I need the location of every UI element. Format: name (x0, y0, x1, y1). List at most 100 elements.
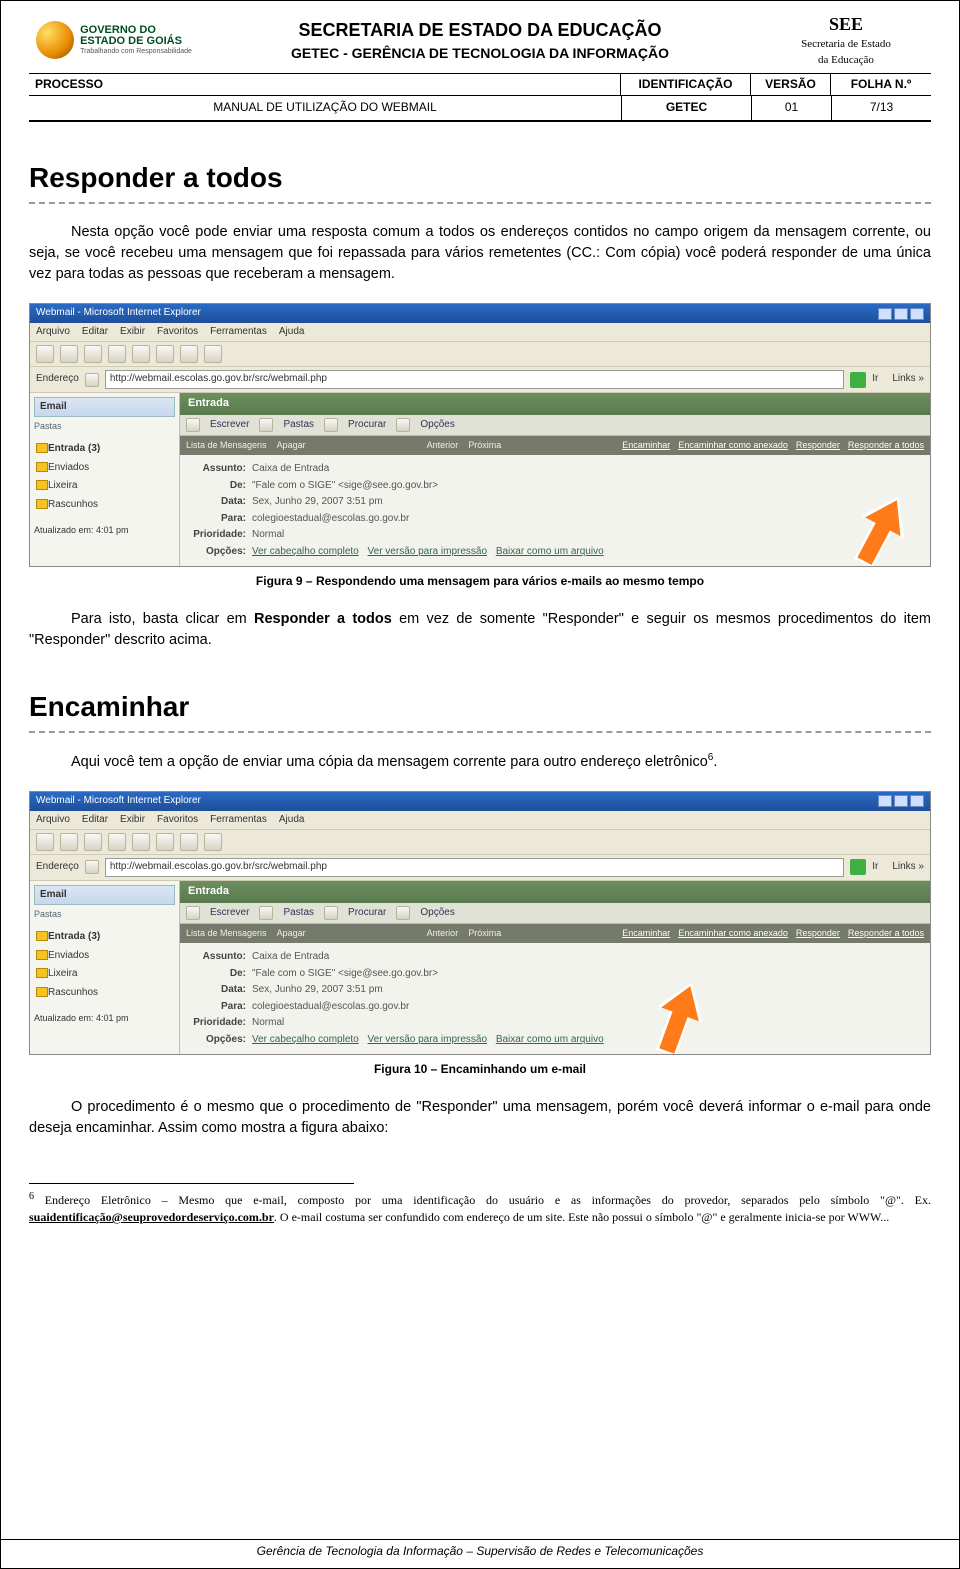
figure-10-caption: Figura 10 – Encaminhando um e-mail (29, 1061, 931, 1078)
stop-icon[interactable] (84, 345, 102, 363)
logo-goias: GOVERNO DO ESTADO DE GOIÁS Trabalhando c… (29, 21, 199, 59)
db-anterior[interactable]: Anterior (427, 439, 459, 452)
min-icon[interactable] (878, 308, 892, 320)
proc-header-row: PROCESSO IDENTIFICAÇÃO VERSÃO FOLHA N.º (29, 74, 931, 95)
opc-download[interactable]: Baixar como um arquivo (496, 1034, 604, 1045)
act-opcoes[interactable]: Opções (420, 418, 454, 433)
db-encaminhar[interactable]: Encaminhar (622, 439, 670, 452)
menu-exibir[interactable]: Exibir (120, 325, 145, 340)
folders-icon[interactable] (259, 418, 273, 432)
folder-entrada[interactable]: Entrada (3) (36, 928, 173, 947)
opc-impressao[interactable]: Ver versão para impressão (368, 1034, 488, 1045)
proc-value-row: MANUAL DE UTILIZAÇÃO DO WEBMAIL GETEC 01… (29, 95, 931, 121)
menu-arquivo[interactable]: Arquivo (36, 325, 70, 340)
menu-editar[interactable]: Editar (82, 325, 108, 340)
db-encaminhar[interactable]: Encaminhar (622, 927, 670, 940)
home-icon[interactable] (132, 345, 150, 363)
go-label[interactable]: Ir (872, 860, 878, 875)
proc-processo-label: PROCESSO (29, 74, 621, 95)
history-icon[interactable] (204, 345, 222, 363)
stop-icon[interactable] (84, 833, 102, 851)
window-title: Webmail - Microsoft Internet Explorer (36, 306, 201, 321)
close-icon[interactable] (910, 795, 924, 807)
act-pastas[interactable]: Pastas (283, 906, 314, 921)
links-label[interactable]: Links » (892, 860, 924, 875)
db-proxima[interactable]: Próxima (468, 927, 501, 940)
favorites-icon[interactable] (180, 833, 198, 851)
find-icon[interactable] (324, 906, 338, 920)
home-icon[interactable] (132, 833, 150, 851)
close-icon[interactable] (910, 308, 924, 320)
menu-ajuda[interactable]: Ajuda (279, 325, 305, 340)
folder-lixeira[interactable]: Lixeira (36, 477, 173, 496)
folder-enviados[interactable]: Enviados (36, 947, 173, 966)
side-pastas-label[interactable]: Pastas (34, 905, 175, 924)
db-responder-todos[interactable]: Responder a todos (848, 439, 924, 452)
menu-favoritos[interactable]: Favoritos (157, 813, 198, 828)
folder-rascunhos[interactable]: Rascunhos (36, 984, 173, 1003)
back-icon[interactable] (36, 833, 54, 851)
compose-icon[interactable] (186, 906, 200, 920)
opc-impressao[interactable]: Ver versão para impressão (368, 546, 488, 557)
db-anterior[interactable]: Anterior (427, 927, 459, 940)
db-encaminhar-anexo[interactable]: Encaminhar como anexado (678, 927, 788, 940)
browser-toolbar (30, 341, 930, 367)
opc-cabecalho[interactable]: Ver cabeçalho completo (252, 546, 359, 557)
db-responder-todos[interactable]: Responder a todos (848, 927, 924, 940)
folder-enviados[interactable]: Enviados (36, 459, 173, 478)
act-pastas[interactable]: Pastas (283, 418, 314, 433)
db-encaminhar-anexo[interactable]: Encaminhar como anexado (678, 439, 788, 452)
db-lista[interactable]: Lista de Mensagens (186, 927, 267, 940)
menu-ferramentas[interactable]: Ferramentas (210, 813, 267, 828)
go-icon[interactable] (850, 372, 866, 388)
opts-icon[interactable] (396, 418, 410, 432)
opc-download[interactable]: Baixar como um arquivo (496, 546, 604, 557)
opc-cabecalho[interactable]: Ver cabeçalho completo (252, 1034, 359, 1045)
meta-data-l: Data: (190, 983, 246, 998)
search-icon[interactable] (156, 345, 174, 363)
side-pastas-label[interactable]: Pastas (34, 417, 175, 436)
folder-rascunhos[interactable]: Rascunhos (36, 496, 173, 515)
db-lista[interactable]: Lista de Mensagens (186, 439, 267, 452)
db-responder[interactable]: Responder (796, 927, 840, 940)
act-opcoes[interactable]: Opções (420, 906, 454, 921)
refresh-icon[interactable] (108, 833, 126, 851)
find-icon[interactable] (324, 418, 338, 432)
back-icon[interactable] (36, 345, 54, 363)
menu-editar[interactable]: Editar (82, 813, 108, 828)
logo-l2: ESTADO DE GOIÁS (80, 36, 192, 48)
links-label[interactable]: Links » (892, 372, 924, 387)
folders-icon[interactable] (259, 906, 273, 920)
forward-icon[interactable] (60, 833, 78, 851)
favorites-icon[interactable] (180, 345, 198, 363)
opts-icon[interactable] (396, 906, 410, 920)
db-apagar[interactable]: Apagar (277, 927, 306, 940)
side-updated: Atualizado em: 4:01 pm (34, 524, 175, 537)
go-icon[interactable] (850, 859, 866, 875)
act-escrever[interactable]: Escrever (210, 906, 249, 921)
db-proxima[interactable]: Próxima (468, 439, 501, 452)
db-responder[interactable]: Responder (796, 439, 840, 452)
refresh-icon[interactable] (108, 345, 126, 363)
search-icon[interactable] (156, 833, 174, 851)
compose-icon[interactable] (186, 418, 200, 432)
url-input[interactable]: http://webmail.escolas.go.gov.br/src/web… (105, 858, 844, 877)
folder-lixeira[interactable]: Lixeira (36, 965, 173, 984)
folder-entrada[interactable]: Entrada (3) (36, 440, 173, 459)
act-procurar[interactable]: Procurar (348, 906, 386, 921)
menu-ferramentas[interactable]: Ferramentas (210, 325, 267, 340)
go-label[interactable]: Ir (872, 372, 878, 387)
menu-arquivo[interactable]: Arquivo (36, 813, 70, 828)
history-icon[interactable] (204, 833, 222, 851)
url-input[interactable]: http://webmail.escolas.go.gov.br/src/web… (105, 370, 844, 389)
menu-exibir[interactable]: Exibir (120, 813, 145, 828)
forward-icon[interactable] (60, 345, 78, 363)
max-icon[interactable] (894, 308, 908, 320)
min-icon[interactable] (878, 795, 892, 807)
menu-favoritos[interactable]: Favoritos (157, 325, 198, 340)
max-icon[interactable] (894, 795, 908, 807)
act-procurar[interactable]: Procurar (348, 418, 386, 433)
db-apagar[interactable]: Apagar (277, 439, 306, 452)
act-escrever[interactable]: Escrever (210, 418, 249, 433)
menu-ajuda[interactable]: Ajuda (279, 813, 305, 828)
